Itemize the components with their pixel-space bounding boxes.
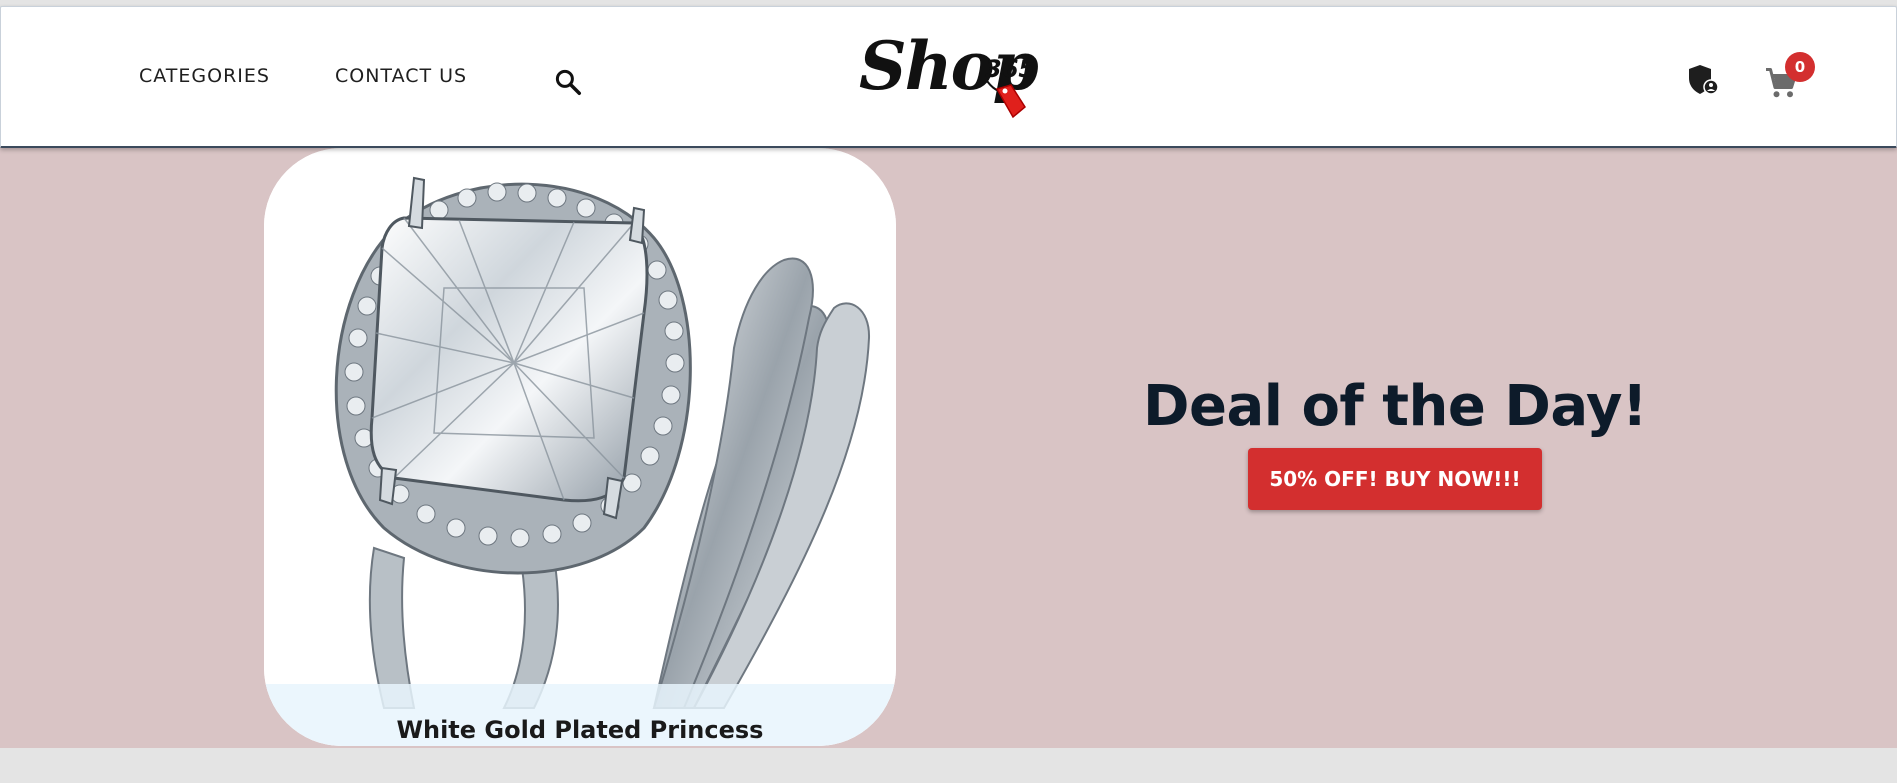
search-button[interactable]: [553, 67, 583, 97]
product-card[interactable]: White Gold Plated Princess: [264, 148, 896, 746]
ring-product-image: [264, 148, 896, 746]
deal-of-the-day-title: Deal of the Day!: [1143, 374, 1647, 439]
hero-banner: White Gold Plated Princess Deal of the D…: [0, 146, 1897, 748]
page-background-below-hero: [0, 748, 1897, 783]
search-icon: [555, 69, 581, 95]
product-name: White Gold Plated Princess: [396, 716, 764, 744]
cart-count-badge: 0: [1785, 52, 1815, 82]
navbar: CATEGORIES CONTACT US Shop 365 0: [0, 6, 1897, 148]
price-tag-icon: [986, 80, 1026, 119]
admin-shield-icon: [1689, 65, 1719, 95]
nav-categories-link[interactable]: CATEGORIES: [139, 65, 270, 87]
admin-button[interactable]: [1687, 63, 1719, 97]
shop365-logo[interactable]: Shop 365: [859, 25, 1039, 125]
buy-now-button[interactable]: 50% OFF! BUY NOW!!!: [1248, 448, 1542, 510]
nav-contact-link[interactable]: CONTACT US: [335, 65, 467, 87]
